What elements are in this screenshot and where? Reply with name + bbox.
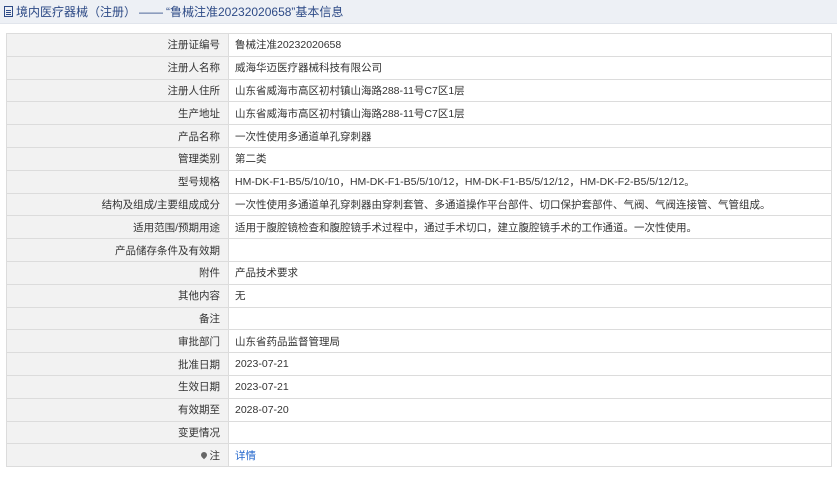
table-row: 附件 产品技术要求 [6, 260, 832, 285]
row-label: 注册人住所 [6, 78, 229, 103]
table-row: 产品名称 一次性使用多通道单孔穿刺器 [6, 124, 832, 148]
table-row: 管理类别 第二类 [6, 146, 832, 171]
row-value: 一次性使用多通道单孔穿刺器 [228, 124, 832, 148]
table-row: 变更情况 [6, 420, 832, 445]
row-label: 生效日期 [6, 374, 229, 399]
row-label: 附件 [6, 260, 229, 285]
row-label: 结构及组成/主要组成成分 [6, 192, 229, 217]
row-label: 有效期至 [6, 397, 229, 422]
row-label: 管理类别 [6, 146, 229, 171]
table-row: 注册人住所 山东省威海市高区初村镇山海路288-11号C7区1层 [6, 78, 832, 103]
row-value: 威海华迈医疗器械科技有限公司 [228, 55, 832, 80]
row-value: 无 [228, 283, 832, 308]
row-label: 适用范围/预期用途 [6, 215, 229, 240]
table-row: 备注 [6, 306, 832, 331]
table-row: 型号规格 HM-DK-F1-B5/5/10/10，HM-DK-F1-B5/5/1… [6, 169, 832, 194]
row-value: 产品技术要求 [228, 260, 832, 285]
document-icon [4, 6, 13, 17]
row-label: 注册证编号 [6, 33, 229, 57]
table-row: 生效日期 2023-07-21 [6, 374, 832, 399]
page-header: 境内医疗器械（注册） —— “鲁械注准20232020658”基本信息 [0, 0, 837, 24]
row-value: 山东省威海市高区初村镇山海路288-11号C7区1层 [228, 101, 832, 126]
details-link[interactable]: 详情 [235, 450, 256, 462]
row-value: 山东省药品监督管理局 [228, 329, 832, 354]
table-row: 注册证编号 鲁械注准20232020658 [6, 33, 832, 57]
header-separator: —— [139, 4, 164, 19]
location-pin-icon [199, 450, 208, 459]
detail-table: 注册证编号 鲁械注准20232020658 注册人名称 威海华迈医疗器械科技有限… [6, 33, 832, 468]
table-row: 适用范围/预期用途 适用于腹腔镜检查和腹腔镜手术过程中，通过手术切口，建立腹腔镜… [6, 215, 832, 240]
row-label: 注册人名称 [6, 55, 229, 80]
row-label-note: 注 [6, 443, 229, 468]
row-value [228, 306, 832, 331]
page: 境内医疗器械（注册） —— “鲁械注准20232020658”基本信息 注册证编… [0, 0, 837, 497]
table-row: 结构及组成/主要组成成分 一次性使用多通道单孔穿刺器由穿刺套管、多通道操作平台部… [6, 192, 832, 217]
table-row: 其他内容 无 [6, 283, 832, 308]
table-row: 产品储存条件及有效期 [6, 238, 832, 262]
header-record-title: “鲁械注准20232020658”基本信息 [166, 5, 344, 19]
row-label: 备注 [6, 306, 229, 331]
row-label: 变更情况 [6, 420, 229, 445]
row-value: 2023-07-21 [228, 374, 832, 399]
table-row: 注 详情 [6, 443, 832, 468]
row-value: 2028-07-20 [228, 397, 832, 422]
row-label: 产品名称 [6, 124, 229, 148]
row-value: 适用于腹腔镜检查和腹腔镜手术过程中，通过手术切口，建立腹腔镜手术的工作通道。一次… [228, 215, 832, 240]
row-value: 详情 [228, 443, 832, 468]
row-value [228, 420, 832, 445]
row-value [228, 238, 832, 262]
table-row: 有效期至 2028-07-20 [6, 397, 832, 422]
row-value: 2023-07-21 [228, 352, 832, 376]
row-label: 生产地址 [6, 101, 229, 126]
row-label: 产品储存条件及有效期 [6, 238, 229, 262]
row-value: 山东省威海市高区初村镇山海路288-11号C7区1层 [228, 78, 832, 103]
row-value: 鲁械注准20232020658 [228, 33, 832, 57]
table-row: 审批部门 山东省药品监督管理局 [6, 329, 832, 354]
note-label: 注 [209, 449, 221, 462]
table-row: 生产地址 山东省威海市高区初村镇山海路288-11号C7区1层 [6, 101, 832, 126]
table-row: 批准日期 2023-07-21 [6, 352, 832, 376]
row-value: HM-DK-F1-B5/5/10/10，HM-DK-F1-B5/5/10/12，… [228, 169, 832, 194]
row-value: 第二类 [228, 146, 832, 171]
row-label: 批准日期 [6, 352, 229, 376]
row-label: 型号规格 [6, 169, 229, 194]
table-row: 注册人名称 威海华迈医疗器械科技有限公司 [6, 55, 832, 80]
row-value: 一次性使用多通道单孔穿刺器由穿刺套管、多通道操作平台部件、切口保护套部件、气阀、… [228, 192, 832, 217]
header-category: 境内医疗器械（注册） [16, 5, 137, 19]
row-label: 其他内容 [6, 283, 229, 308]
row-label: 审批部门 [6, 329, 229, 354]
